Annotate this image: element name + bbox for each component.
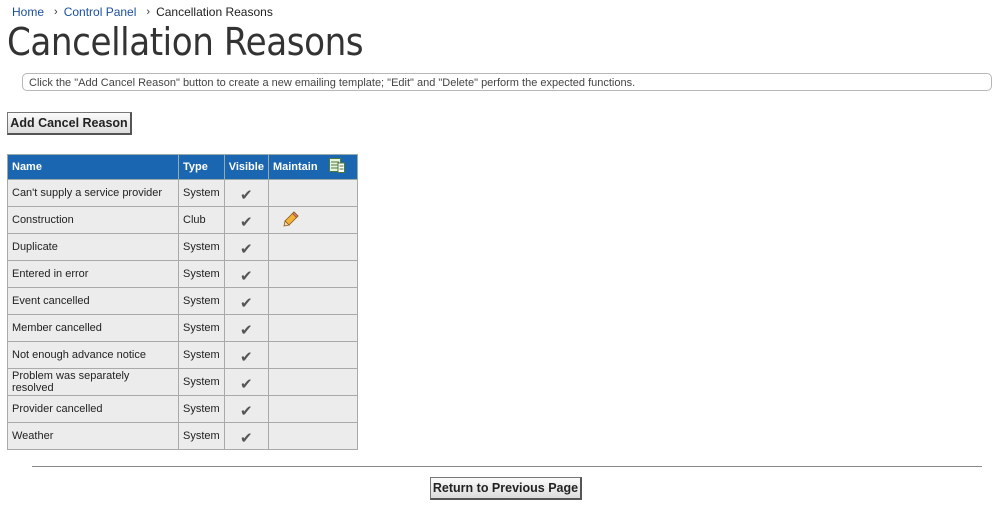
reason-maintain-cell <box>267 206 358 234</box>
column-header-maintain-label: Maintain <box>272 160 318 173</box>
table-row: Not enough advance notice System ✔ <box>7 341 358 369</box>
reason-visible-cell: ✔ <box>223 314 269 342</box>
reason-maintain-cell <box>267 179 358 207</box>
reason-maintain-cell <box>267 287 358 315</box>
reason-visible-cell: ✔ <box>223 206 269 234</box>
table-row: Duplicate System ✔ <box>7 233 358 261</box>
checkmark-icon: ✔ <box>240 268 253 285</box>
reason-maintain-cell <box>267 422 358 450</box>
table-row: Event cancelled System ✔ <box>7 287 358 315</box>
reason-type-cell: System <box>178 368 225 396</box>
checkmark-icon: ✔ <box>240 241 253 258</box>
cancellation-reasons-table: Name Type Visible Maintain Can't supply … <box>7 154 358 450</box>
reason-type-cell: System <box>178 341 225 369</box>
chevron-right-icon: › <box>54 6 58 18</box>
divider <box>32 466 982 467</box>
reason-name-cell: Weather <box>7 422 179 450</box>
checkmark-icon: ✔ <box>240 295 253 312</box>
breadcrumb: Home › Control Panel › Cancellation Reas… <box>12 5 273 19</box>
reason-name-cell: Provider cancelled <box>7 395 179 423</box>
reason-visible-cell: ✔ <box>223 260 269 288</box>
table-row: Problem was separately resolved System ✔ <box>7 368 358 396</box>
table-row: Construction Club ✔ <box>7 206 358 234</box>
reason-type-cell: System <box>178 314 225 342</box>
checkmark-icon: ✔ <box>240 187 253 204</box>
reason-name-cell: Member cancelled <box>7 314 179 342</box>
reason-name-cell: Not enough advance notice <box>7 341 179 369</box>
checkmark-icon: ✔ <box>240 214 253 231</box>
table-row: Weather System ✔ <box>7 422 358 450</box>
column-header-name[interactable]: Name <box>7 154 179 180</box>
reason-maintain-cell <box>267 260 358 288</box>
reason-maintain-cell <box>267 233 358 261</box>
checkmark-icon: ✔ <box>240 349 253 366</box>
table-row: Provider cancelled System ✔ <box>7 395 358 423</box>
checkmark-icon: ✔ <box>240 322 253 339</box>
export-spreadsheet-icon[interactable] <box>328 158 345 176</box>
reason-type-cell: System <box>178 287 225 315</box>
reason-name-cell: Can't supply a service provider <box>7 179 179 207</box>
reason-maintain-cell <box>267 368 358 396</box>
reason-type-cell: System <box>178 260 225 288</box>
breadcrumb-current: Cancellation Reasons <box>156 5 273 19</box>
column-header-visible[interactable]: Visible <box>223 154 269 180</box>
add-cancel-reason-button[interactable]: Add Cancel Reason <box>7 112 132 135</box>
pencil-icon[interactable] <box>283 210 299 230</box>
reason-maintain-cell <box>267 314 358 342</box>
reason-visible-cell: ✔ <box>223 368 269 396</box>
table-row: Member cancelled System ✔ <box>7 314 358 342</box>
page-title: Cancellation Reasons <box>7 20 364 64</box>
reason-name-cell: Entered in error <box>7 260 179 288</box>
reason-type-cell: System <box>178 395 225 423</box>
reason-visible-cell: ✔ <box>223 179 269 207</box>
table-row: Entered in error System ✔ <box>7 260 358 288</box>
checkmark-icon: ✔ <box>240 403 253 420</box>
reason-type-cell: System <box>178 179 225 207</box>
checkmark-icon: ✔ <box>240 430 253 447</box>
reason-visible-cell: ✔ <box>223 422 269 450</box>
reason-visible-cell: ✔ <box>223 287 269 315</box>
reason-visible-cell: ✔ <box>223 341 269 369</box>
reason-visible-cell: ✔ <box>223 395 269 423</box>
reason-name-cell: Problem was separately resolved <box>7 368 179 396</box>
instructions-box: Click the "Add Cancel Reason" button to … <box>22 73 992 91</box>
checkmark-icon: ✔ <box>240 376 253 393</box>
reason-name-cell: Duplicate <box>7 233 179 261</box>
breadcrumb-home-link[interactable]: Home <box>12 5 44 19</box>
reason-name-cell: Event cancelled <box>7 287 179 315</box>
table-header-row: Name Type Visible Maintain <box>7 154 358 180</box>
table-row: Can't supply a service provider System ✔ <box>7 179 358 207</box>
reason-maintain-cell <box>267 341 358 369</box>
reason-maintain-cell <box>267 395 358 423</box>
column-header-maintain: Maintain <box>267 154 358 180</box>
breadcrumb-control-panel-link[interactable]: Control Panel <box>64 5 137 19</box>
return-to-previous-page-button[interactable]: Return to Previous Page <box>430 477 582 500</box>
reason-type-cell: Club <box>178 206 225 234</box>
chevron-right-icon: › <box>146 6 151 18</box>
reason-name-cell: Construction <box>7 206 179 234</box>
reason-type-cell: System <box>178 422 225 450</box>
reason-visible-cell: ✔ <box>223 233 269 261</box>
reason-type-cell: System <box>178 233 225 261</box>
column-header-type[interactable]: Type <box>178 154 225 180</box>
